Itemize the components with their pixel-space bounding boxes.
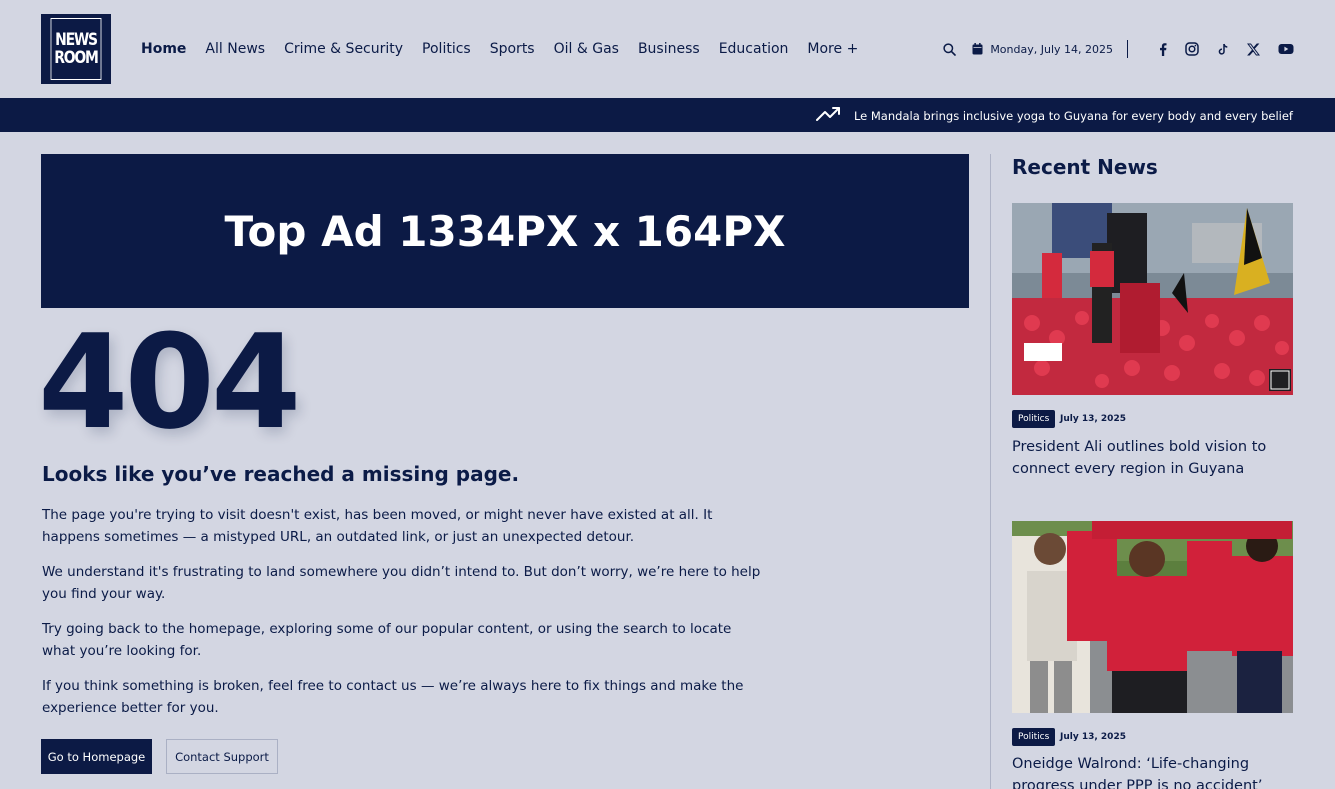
ticker-headline[interactable]: Le Mandala brings inclusive yoga to Guya…	[854, 109, 1293, 123]
sidebar-divider	[990, 154, 991, 789]
error-paragraph-2: We understand it's frustrating to land s…	[42, 564, 761, 602]
nav-more[interactable]: More +	[807, 41, 858, 57]
error-title: Looks like you’ve reached a missing page…	[42, 462, 520, 486]
nav-oil-gas[interactable]: Oil & Gas	[554, 41, 619, 57]
error-code: 404	[38, 306, 301, 458]
logo-text: NEWS ROOM	[50, 18, 102, 80]
error-paragraph-1: The page you're trying to visit doesn't …	[42, 507, 713, 545]
recent-news-title: Recent News	[1012, 155, 1158, 179]
nav-sports[interactable]: Sports	[490, 41, 535, 57]
header-tools: Monday, July 14, 2025	[943, 40, 1294, 58]
go-to-homepage-button[interactable]: Go to Homepage	[41, 739, 152, 774]
category-badge[interactable]: Politics	[1012, 410, 1056, 428]
nav-all-news[interactable]: All News	[205, 41, 265, 57]
news-date: July 13, 2025	[1060, 732, 1126, 742]
main-nav: Home All News Crime & Security Politics …	[141, 41, 877, 57]
facebook-icon[interactable]	[1159, 42, 1167, 56]
current-date: Monday, July 14, 2025	[990, 42, 1113, 56]
news-date: July 13, 2025	[1060, 414, 1126, 424]
news-headline[interactable]: President Ali outlines bold vision to co…	[1012, 436, 1302, 480]
nav-home[interactable]: Home	[141, 41, 186, 57]
nav-business[interactable]: Business	[638, 41, 700, 57]
error-paragraph-3: Try going back to the homepage, explorin…	[42, 621, 732, 659]
ad-label: Top Ad 1334PX x 164PX	[224, 206, 786, 256]
youtube-icon[interactable]	[1278, 43, 1294, 55]
instagram-icon[interactable]	[1185, 42, 1199, 56]
header-divider	[1127, 40, 1128, 58]
news-ticker: Le Mandala brings inclusive yoga to Guya…	[0, 98, 1335, 132]
site-logo[interactable]: NEWS ROOM	[41, 14, 111, 84]
nav-crime-security[interactable]: Crime & Security	[284, 41, 403, 57]
news-headline[interactable]: Oneidge Walrond: ‘Life-changing progress…	[1012, 753, 1302, 789]
ticker-content[interactable]: Le Mandala brings inclusive yoga to Guya…	[815, 106, 1293, 126]
news-image-rally[interactable]	[1012, 203, 1293, 395]
nav-education[interactable]: Education	[719, 41, 789, 57]
nav-politics[interactable]: Politics	[422, 41, 471, 57]
error-paragraph-4: If you think something is broken, feel f…	[42, 678, 744, 716]
news-image-march[interactable]	[1012, 521, 1293, 713]
search-icon[interactable]	[943, 42, 957, 56]
trending-up-icon	[815, 106, 842, 126]
tiktok-icon[interactable]	[1217, 43, 1229, 56]
contact-support-button[interactable]: Contact Support	[166, 739, 278, 774]
site-header: NEWS ROOM Home All News Crime & Security…	[0, 0, 1335, 98]
top-ad-banner[interactable]: Top Ad 1334PX x 164PX	[41, 154, 969, 308]
category-badge[interactable]: Politics	[1012, 728, 1056, 746]
calendar-icon	[972, 43, 983, 55]
x-icon[interactable]	[1247, 43, 1260, 56]
